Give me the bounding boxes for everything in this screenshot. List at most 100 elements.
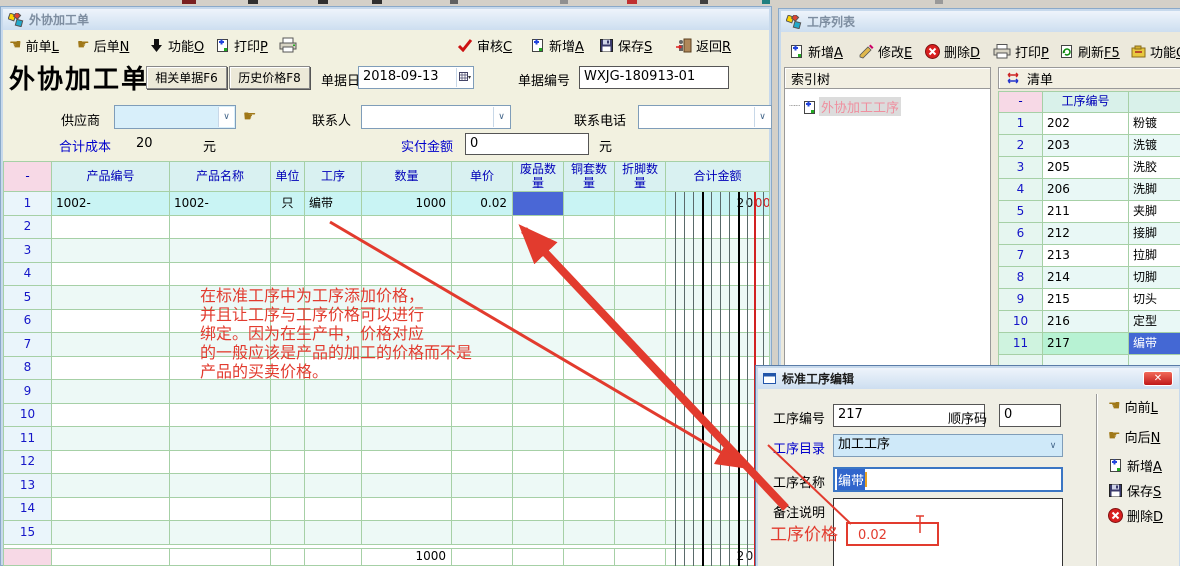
process-code-cell[interactable]: 214: [1043, 267, 1129, 289]
process-row-number[interactable]: 5: [999, 201, 1043, 223]
grid-cell[interactable]: [615, 310, 666, 334]
grid-cell[interactable]: [52, 521, 170, 545]
calendar-dropdown-icon[interactable]: [456, 68, 472, 87]
grid-cell[interactable]: [52, 474, 170, 498]
grid-cell[interactable]: [513, 310, 564, 334]
process-row-number[interactable]: 10: [999, 311, 1043, 333]
grid-cell-row1[interactable]: 1000: [362, 192, 452, 216]
grid-cell[interactable]: [52, 239, 170, 263]
grid-cell-row1[interactable]: 1: [4, 192, 52, 216]
process-name-cell[interactable]: 洗胶: [1129, 157, 1180, 179]
grid-cell-row1[interactable]: 只: [271, 192, 305, 216]
grid-cell[interactable]: [362, 380, 452, 404]
grid-cell[interactable]: [52, 333, 170, 357]
grid-cell[interactable]: [564, 286, 615, 310]
doc-no-input[interactable]: WXJG-180913-01: [579, 66, 729, 89]
grid-cell[interactable]: [513, 333, 564, 357]
grid-cell[interactable]: [615, 380, 666, 404]
grid-cell[interactable]: [564, 216, 615, 240]
grid-cell[interactable]: [52, 404, 170, 428]
grid-cell[interactable]: [170, 380, 271, 404]
process-name-cell[interactable]: 定型: [1129, 311, 1180, 333]
grid-cell[interactable]: [452, 263, 513, 287]
process-edit-button[interactable]: 修改E: [859, 41, 912, 61]
grid-cell[interactable]: [513, 357, 564, 381]
grid-cell[interactable]: [513, 521, 564, 545]
process-row-number[interactable]: 6: [999, 223, 1043, 245]
grid-cell[interactable]: [305, 474, 362, 498]
grid-cell[interactable]: [564, 357, 615, 381]
grid-cell[interactable]: [170, 216, 271, 240]
grid-cell[interactable]: [305, 451, 362, 475]
row-number[interactable]: 8: [4, 357, 52, 381]
grid-cell[interactable]: [513, 474, 564, 498]
grid-cell[interactable]: [564, 498, 615, 522]
grid-cell[interactable]: [305, 263, 362, 287]
row-number[interactable]: 10: [4, 404, 52, 428]
grid-cell-row1[interactable]: 0.02: [452, 192, 513, 216]
process-function-button[interactable]: 功能O: [1131, 41, 1180, 61]
grid-cell[interactable]: [271, 216, 305, 240]
chevron-down-icon[interactable]: ∨: [218, 107, 234, 127]
chevron-down-icon[interactable]: ∨: [493, 107, 509, 127]
grid-cell-row1[interactable]: 编带: [305, 192, 362, 216]
print-button[interactable]: 打印P: [215, 35, 268, 55]
grid-cell[interactable]: [564, 239, 615, 263]
tree-item-outsourcing[interactable]: ┈┈ 外协加工工序: [789, 97, 901, 116]
grid-cell[interactable]: [305, 380, 362, 404]
grid-cell[interactable]: [305, 404, 362, 428]
history-price-button[interactable]: 历史价格F8: [229, 66, 310, 89]
grid-cell[interactable]: [271, 427, 305, 451]
grid-cell[interactable]: [52, 357, 170, 381]
grid-cell[interactable]: [52, 310, 170, 334]
grid-cell[interactable]: [513, 216, 564, 240]
process-code-cell[interactable]: 202: [1043, 113, 1129, 135]
process-code-cell[interactable]: 203: [1043, 135, 1129, 157]
process-name-cell[interactable]: 切头: [1129, 289, 1180, 311]
grid-cell[interactable]: [52, 451, 170, 475]
grid-cell[interactable]: [52, 380, 170, 404]
process-name-cell[interactable]: 粉镀: [1129, 113, 1180, 135]
grid-cell[interactable]: [52, 216, 170, 240]
grid-cell[interactable]: [564, 404, 615, 428]
process-name-cell[interactable]: 拉脚: [1129, 245, 1180, 267]
process-code-cell[interactable]: 212: [1043, 223, 1129, 245]
grid-cell[interactable]: [615, 333, 666, 357]
dialog-prev-button[interactable]: ☚ 向前L: [1108, 396, 1158, 416]
process-category-combo[interactable]: 加工工序 ∨: [833, 434, 1063, 457]
grid-cell[interactable]: [305, 521, 362, 545]
grid-cell[interactable]: [362, 427, 452, 451]
grid-cell[interactable]: [564, 474, 615, 498]
grid-cell[interactable]: [513, 404, 564, 428]
grid-cell[interactable]: [564, 380, 615, 404]
grid-cell[interactable]: [452, 474, 513, 498]
grid-cell-row1[interactable]: 1002-: [52, 192, 170, 216]
process-delete-button[interactable]: 删除D: [925, 41, 980, 61]
remark-textarea[interactable]: [833, 498, 1063, 566]
grid-cell[interactable]: [362, 263, 452, 287]
row-number[interactable]: 5: [4, 286, 52, 310]
dialog-add-button[interactable]: 新增A: [1108, 455, 1162, 475]
grid-cell[interactable]: [564, 263, 615, 287]
process-row-number[interactable]: 3: [999, 157, 1043, 179]
process-name-cell[interactable]: 夹脚: [1129, 201, 1180, 223]
process-code-cell[interactable]: 205: [1043, 157, 1129, 179]
grid-cell-row1[interactable]: 1002-: [170, 192, 271, 216]
hand-pointer-icon[interactable]: ☛: [243, 109, 256, 123]
paid-amount-input[interactable]: 0: [465, 133, 589, 155]
grid-cell-row1[interactable]: [564, 192, 615, 216]
grid-cell[interactable]: [305, 216, 362, 240]
grid-cell[interactable]: [513, 451, 564, 475]
grid-cell[interactable]: [52, 498, 170, 522]
grid-cell-row1[interactable]: [615, 192, 666, 216]
chevron-down-icon[interactable]: ∨: [1045, 436, 1061, 455]
grid-cell[interactable]: [170, 239, 271, 263]
grid-cell[interactable]: [564, 451, 615, 475]
grid-cell[interactable]: [52, 263, 170, 287]
next-doc-button[interactable]: ☛ 后单N: [77, 35, 129, 55]
process-window-titlebar[interactable]: 工序列表: [781, 11, 1180, 32]
grid-cell[interactable]: [564, 310, 615, 334]
grid-cell[interactable]: [513, 286, 564, 310]
process-add-button[interactable]: 新增A: [789, 41, 843, 61]
grid-cell[interactable]: [170, 427, 271, 451]
